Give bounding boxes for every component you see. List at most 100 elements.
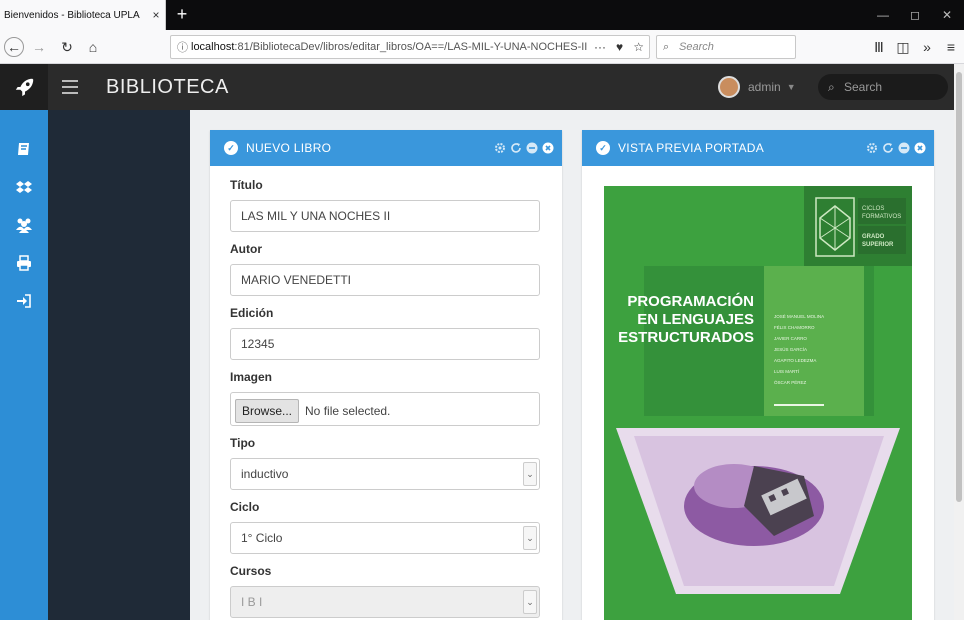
rocket-icon xyxy=(15,78,34,97)
menu-icon[interactable]: ≡ xyxy=(940,36,962,58)
close-circle-icon[interactable] xyxy=(914,142,926,154)
edicion-input[interactable]: 12345 xyxy=(230,328,540,360)
gear-icon[interactable] xyxy=(866,142,878,154)
file-status: No file selected. xyxy=(305,404,391,418)
minimize-icon[interactable]: — xyxy=(868,0,898,30)
imagen-label: Imagen xyxy=(230,370,273,384)
user-name: admin xyxy=(748,80,781,94)
info-icon[interactable]: ⓘ xyxy=(177,39,191,55)
more-actions-icon[interactable]: ··· xyxy=(594,40,606,54)
chevron-down-icon[interactable]: ⌄ xyxy=(523,526,537,550)
check-circle-icon: ✓ xyxy=(224,141,238,155)
minimize-circle-icon[interactable] xyxy=(526,142,538,154)
cover-preview-panel: ✓ VISTA PREVIA PORTADA CICLOS FORMATIVOS… xyxy=(582,130,934,620)
sidebar-toggle-icon[interactable]: ◫ xyxy=(892,36,914,58)
browse-button[interactable]: Browse... xyxy=(235,399,300,423)
panel-title: VISTA PREVIA PORTADA xyxy=(618,141,765,155)
cover-author: JOSÉ MANUEL MOLINA xyxy=(774,313,824,319)
browser-search-placeholder: Search xyxy=(679,41,714,53)
cover-artwork: CICLOS FORMATIVOS GRADO SUPERIOR PROGRAM… xyxy=(604,186,912,620)
back-icon[interactable]: ← xyxy=(4,37,24,57)
refresh-icon[interactable] xyxy=(510,142,522,154)
cursos-select[interactable]: I B I ⌄ xyxy=(230,586,540,618)
app-search-input[interactable]: ⌕ Search xyxy=(818,74,948,100)
main-content: ✓ NUEVO LIBRO Título LAS MIL Y UNA NOCHE… xyxy=(190,110,954,620)
ciclo-select[interactable]: 1° Ciclo ⌄ xyxy=(230,522,540,554)
chevron-down-icon[interactable]: ⌄ xyxy=(523,590,537,614)
cover-author: LUIS MARTÍ xyxy=(774,368,800,374)
side-panel xyxy=(48,110,190,620)
tab-close-icon[interactable]: × xyxy=(147,8,165,22)
users-icon xyxy=(16,218,32,233)
new-tab-button[interactable]: + xyxy=(170,3,194,27)
url-text: localhost:81/BibliotecaDev/libros/editar… xyxy=(191,41,589,53)
sidebar-item-print[interactable] xyxy=(0,246,48,280)
browser-navbar: ← → ↻ ⌂ ⓘ localhost:81/BibliotecaDev/lib… xyxy=(0,30,964,64)
library-icon[interactable]: Ⅲ xyxy=(868,36,890,58)
cover-area: CICLOS FORMATIVOS GRADO SUPERIOR PROGRAM… xyxy=(582,166,934,620)
maximize-icon[interactable]: ◻ xyxy=(900,0,930,30)
titulo-input[interactable]: LAS MIL Y UNA NOCHES II xyxy=(230,200,540,232)
app-title: BIBLIOTECA xyxy=(106,76,229,98)
cover-title-line3: ESTRUCTURADOS xyxy=(618,329,754,346)
overflow-icon[interactable]: » xyxy=(916,36,938,58)
sign-in-icon xyxy=(17,294,31,308)
check-circle-icon: ✓ xyxy=(596,141,610,155)
pocket-icon[interactable]: ♥ xyxy=(616,40,623,54)
cursos-value: I B I xyxy=(241,595,263,609)
tipo-select[interactable]: inductivo ⌄ xyxy=(230,458,540,490)
cover-series-line2: FORMATIVOS xyxy=(862,214,901,220)
close-window-icon[interactable]: ✕ xyxy=(932,0,962,30)
dropbox-icon xyxy=(16,181,32,193)
refresh-icon[interactable] xyxy=(882,142,894,154)
cover-title-line1: PROGRAMACIÓN xyxy=(627,292,754,310)
reload-icon[interactable]: ↻ xyxy=(56,36,78,58)
left-rail xyxy=(0,110,48,620)
sidebar-item-books[interactable] xyxy=(0,132,48,166)
printer-icon xyxy=(17,255,31,271)
forward-icon[interactable]: → xyxy=(28,36,50,58)
book-form: Título LAS MIL Y UNA NOCHES II Autor MAR… xyxy=(210,166,562,618)
browser-search-input[interactable]: ⌕ Search xyxy=(656,35,796,59)
page-scrollbar[interactable] xyxy=(954,64,964,620)
app-search-placeholder: Search xyxy=(844,80,883,94)
sidebar-item-users[interactable] xyxy=(0,208,48,242)
edicion-label: Edición xyxy=(230,306,274,320)
autor-input[interactable]: MARIO VENEDETTI xyxy=(230,264,540,296)
ciclo-value: 1° Ciclo xyxy=(241,531,283,545)
cover-author: AGAPITO LEDEZMA xyxy=(774,358,816,363)
cover-author: JAVIER CARRO xyxy=(774,336,807,341)
sidebar-item-logout[interactable] xyxy=(0,284,48,318)
user-menu[interactable]: admin ▼ xyxy=(718,75,796,99)
scrollbar-thumb[interactable] xyxy=(956,72,962,502)
home-icon[interactable]: ⌂ xyxy=(82,36,104,58)
chevron-down-icon[interactable]: ⌄ xyxy=(523,462,537,486)
bookmark-star-icon[interactable]: ☆ xyxy=(633,40,644,54)
gear-icon[interactable] xyxy=(494,142,506,154)
cover-grade-line1: GRADO xyxy=(862,234,885,240)
chevron-down-icon: ▼ xyxy=(786,82,796,92)
autor-label: Autor xyxy=(230,242,262,256)
tipo-label: Tipo xyxy=(230,436,256,450)
cover-series-line1: CICLOS xyxy=(862,206,884,212)
minimize-circle-icon[interactable] xyxy=(898,142,910,154)
cover-grade-line2: SUPERIOR xyxy=(862,242,894,248)
book-cover-image: CICLOS FORMATIVOS GRADO SUPERIOR PROGRAM… xyxy=(604,186,912,620)
brand-logo[interactable] xyxy=(0,64,48,110)
url-bar[interactable]: ⓘ localhost:81/BibliotecaDev/libros/edit… xyxy=(170,35,650,59)
close-circle-icon[interactable] xyxy=(542,142,554,154)
browser-tab[interactable]: Bienvenidos - Biblioteca UPLA × xyxy=(0,0,166,30)
tipo-value: inductivo xyxy=(241,467,289,481)
tab-title: Bienvenidos - Biblioteca UPLA xyxy=(4,9,140,21)
sidebar-item-dropbox[interactable] xyxy=(0,170,48,204)
cursos-label: Cursos xyxy=(230,564,272,578)
app-header: BIBLIOTECA admin ▼ ⌕ Search xyxy=(0,64,964,110)
panel-title: NUEVO LIBRO xyxy=(246,141,332,155)
browser-tab-bar: Bienvenidos - Biblioteca UPLA × + — ◻ ✕ xyxy=(0,0,964,30)
titulo-label: Título xyxy=(230,178,263,192)
imagen-file-input[interactable]: Browse... No file selected. xyxy=(230,392,540,426)
cover-title-line2: EN LENGUAJES xyxy=(637,311,754,328)
search-icon: ⌕ xyxy=(663,41,670,53)
book-icon xyxy=(18,143,29,155)
hamburger-menu-icon[interactable] xyxy=(62,80,78,94)
